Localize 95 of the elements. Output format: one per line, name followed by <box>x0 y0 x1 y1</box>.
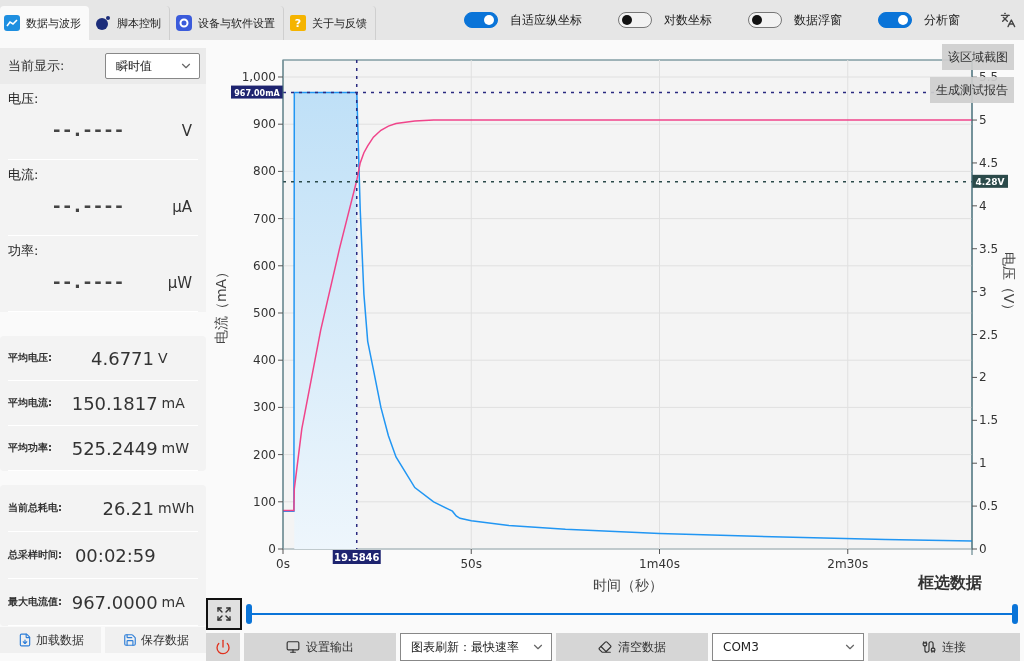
y-tick-label: 600 <box>253 258 276 273</box>
reading-value: --.---- <box>53 195 126 216</box>
eraser-icon <box>598 640 612 654</box>
reading-unit: μA <box>172 198 192 216</box>
y2-tick-label: 0 <box>979 542 987 556</box>
stat-label: 当前总耗电: <box>8 501 63 515</box>
y-axis-title: 电流（mA） <box>213 264 229 345</box>
stat-unit: V <box>158 350 168 366</box>
cable-icon <box>922 640 936 654</box>
x-tick-label: 50s <box>460 557 482 571</box>
y2-tick-label: 3.5 <box>979 241 999 256</box>
y-tick-label: 100 <box>253 494 276 509</box>
y-tick-label: 700 <box>253 211 276 226</box>
y2-tick-label: 0.5 <box>979 499 999 514</box>
y-tick-label: 500 <box>253 306 276 320</box>
ball-icon <box>95 15 111 31</box>
y-tick-label: 800 <box>253 164 276 179</box>
toggle-switch[interactable] <box>464 12 498 28</box>
y2-tick-label: 5 <box>979 113 987 128</box>
y-tick-label: 1,000 <box>241 70 276 84</box>
stat-label: 总采样时间: <box>8 548 63 562</box>
display-label: 当前显示: <box>8 57 65 75</box>
x-tick-label: 0s <box>276 557 290 571</box>
y-tick-label: 300 <box>253 400 276 415</box>
y2-tick-label: 1.5 <box>979 413 999 428</box>
stat-unit: mWh <box>158 500 195 516</box>
y-tick-label: 200 <box>253 447 276 462</box>
select-data-label[interactable]: 框选数据 <box>918 573 982 594</box>
slider-handle[interactable] <box>246 604 252 624</box>
screenshot-button[interactable]: 该区域截图 <box>942 44 1014 70</box>
cursor-time-tag: 19.5846 <box>332 550 381 564</box>
toggle-label: 数据浮窗 <box>794 11 842 29</box>
stat-label: 平均电流: <box>8 396 53 410</box>
x-tick-label: 2m30s <box>827 557 869 571</box>
settings-icon <box>176 15 192 31</box>
reading-label: 电压: <box>8 90 39 108</box>
x-axis-title: 时间（秒） <box>592 577 663 593</box>
y2-tick-label: 4 <box>979 198 987 213</box>
display-select[interactable]: 瞬时值 <box>105 53 200 79</box>
toggle-switch[interactable] <box>878 12 912 28</box>
load-data-button[interactable]: 加载数据 <box>0 627 101 653</box>
y-tick-label: 900 <box>253 117 276 132</box>
y2-tick-label: 4.5 <box>979 155 999 170</box>
x-tick-label: 1m40s <box>639 557 680 571</box>
monitor-icon <box>286 640 300 654</box>
stat-value: 26.21 <box>101 497 154 519</box>
save-icon <box>122 633 137 647</box>
slider-handle[interactable] <box>1012 604 1018 624</box>
stat-value: 00:02:59 <box>74 544 156 566</box>
stat-value: 150.1817 <box>71 392 158 414</box>
y-tick-label: 400 <box>253 353 276 368</box>
toggle-switch[interactable] <box>748 12 782 28</box>
stat-value: 4.6771 <box>90 347 154 369</box>
file-download-icon <box>17 633 32 647</box>
toggle-label: 分析窗 <box>924 11 960 29</box>
y2-tick-label: 2 <box>979 370 987 385</box>
tab[interactable]: ? 关于与反馈 <box>286 6 376 40</box>
stat-unit: mW <box>161 440 190 456</box>
reading-label: 功率: <box>8 242 39 260</box>
toggle-label: 自适应纵坐标 <box>510 11 582 29</box>
expand-button[interactable] <box>206 598 242 630</box>
y2-tick-label: 2.5 <box>979 327 999 342</box>
reading-value: --.---- <box>53 119 126 140</box>
stat-label: 最大电流值: <box>8 595 63 609</box>
wave-icon <box>4 15 20 31</box>
stat-label: 平均功率: <box>8 441 53 455</box>
current-cursor-tag: 967.00mA <box>231 85 283 99</box>
y2-tick-label: 3 <box>979 284 987 299</box>
y-tick-label: 0 <box>268 542 276 556</box>
output-settings-button[interactable]: 设置输出 <box>244 633 396 661</box>
stat-label: 平均电压: <box>8 351 53 365</box>
stat-unit: mA <box>161 395 185 411</box>
toggle-switch[interactable] <box>618 12 652 28</box>
toggle-label: 对数坐标 <box>664 11 712 29</box>
connect-button[interactable]: 连接 <box>868 633 1020 661</box>
y2-tick-label: 1 <box>979 456 987 471</box>
tab[interactable]: 数据与波形 <box>0 6 89 40</box>
stat-value: 967.0000 <box>71 591 158 613</box>
port-select[interactable]: COM3 <box>712 633 864 661</box>
stat-value: 525.2449 <box>71 437 158 459</box>
reading-label: 电流: <box>8 166 39 184</box>
reading-unit: μW <box>167 274 192 292</box>
clear-data-button[interactable]: 清空数据 <box>556 633 708 661</box>
reading-unit: V <box>181 122 192 140</box>
expand-icon <box>216 606 232 622</box>
voltage-cursor-tag: 4.28V <box>972 174 1008 188</box>
reading-value: --.---- <box>53 271 126 292</box>
stat-unit: mA <box>161 594 185 610</box>
translate-icon[interactable] <box>1000 12 1016 28</box>
help-icon: ? <box>290 15 306 31</box>
save-data-button[interactable]: 保存数据 <box>105 627 206 653</box>
refresh-select[interactable]: 图表刷新：最快速率 <box>400 633 552 661</box>
report-button[interactable]: 生成测试报告 <box>930 77 1014 103</box>
y2-axis-title: 电压（V） <box>1001 251 1017 318</box>
power-icon <box>215 639 231 655</box>
